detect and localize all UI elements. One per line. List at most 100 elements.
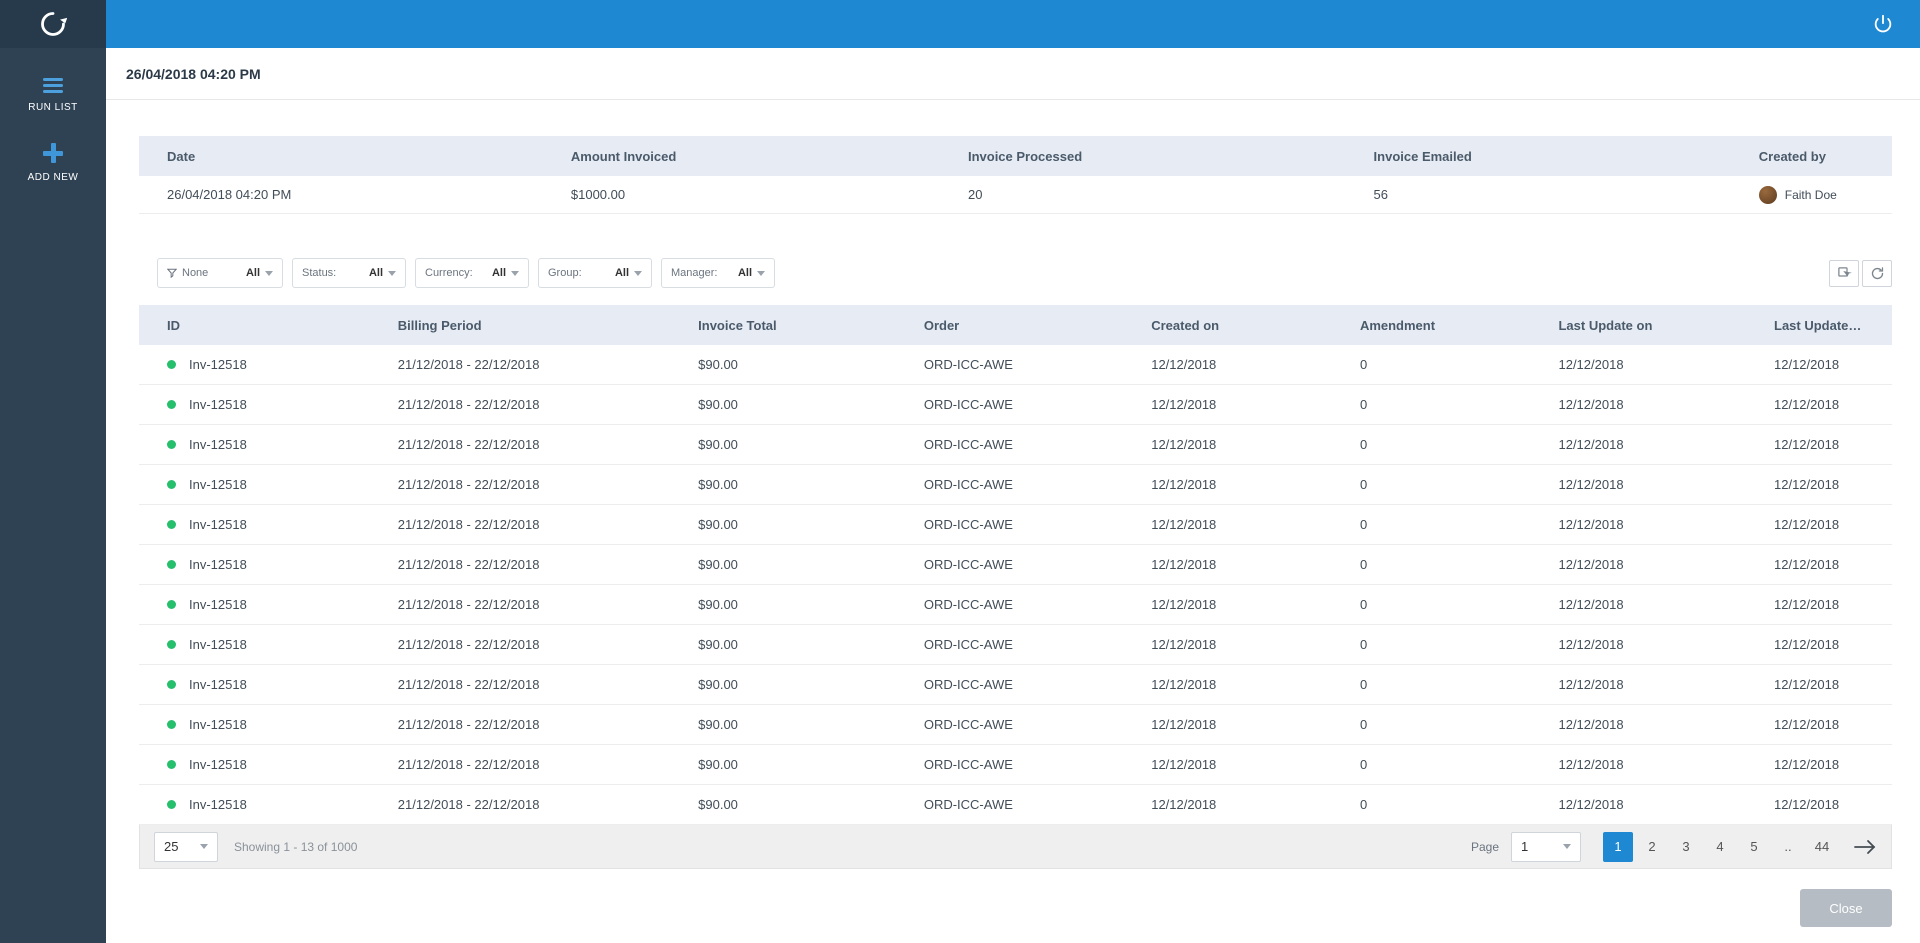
- refresh-button[interactable]: [1862, 259, 1892, 287]
- filter-manager-label: Manager:: [671, 267, 718, 279]
- filter-status-value: All: [368, 267, 383, 279]
- sidebar: RUN LIST ADD NEW: [0, 0, 106, 943]
- page-number-value: 1: [1521, 839, 1529, 854]
- close-button[interactable]: Close: [1800, 889, 1892, 927]
- page-button-2[interactable]: 2: [1637, 832, 1667, 862]
- status-dot-icon: [167, 600, 176, 609]
- order: ORD-ICC-AWE: [923, 717, 1013, 732]
- order: ORD-ICC-AWE: [923, 477, 1013, 492]
- filter-group-dropdown[interactable]: Group: All: [538, 258, 652, 288]
- amendment: 0: [1359, 557, 1368, 572]
- power-button[interactable]: [1872, 13, 1894, 35]
- last-update-on: 12/12/2018: [1558, 717, 1624, 732]
- filter-manager-dropdown[interactable]: Manager: All: [661, 258, 775, 288]
- page-size-select[interactable]: 25: [154, 831, 218, 862]
- status-dot-icon: [167, 640, 176, 649]
- invoice-total: $90.00: [698, 597, 738, 612]
- invoice-total: $90.00: [698, 677, 738, 692]
- billing-period: 21/12/2018 - 22/12/2018: [397, 797, 540, 812]
- summary-col-invoice-processed: Invoice Processed: [967, 148, 1083, 164]
- summary-col-date: Date: [167, 148, 196, 164]
- status-dot-icon: [167, 480, 176, 489]
- summary-data-row[interactable]: 26/04/2018 04:20 PM $1000.00 20 56 Faith…: [139, 176, 1892, 214]
- main-area: 26/04/2018 04:20 PM Date Amount Invoiced…: [106, 0, 1920, 943]
- status-dot-icon: [167, 680, 176, 689]
- last-update-on: 12/12/2018: [1558, 757, 1624, 772]
- power-icon: [1874, 14, 1892, 33]
- status-dot-icon: [167, 560, 176, 569]
- created-on: 12/12/2018: [1151, 677, 1217, 692]
- invoice-id-cell: Inv-12518: [167, 397, 398, 412]
- arrow-right-icon: [1854, 839, 1876, 854]
- invoice-id-cell: Inv-12518: [167, 757, 398, 772]
- billing-period: 21/12/2018 - 22/12/2018: [397, 357, 540, 372]
- table-row[interactable]: Inv-12518 21/12/2018 - 22/12/2018 $90.00…: [139, 505, 1892, 545]
- filter-currency-dropdown[interactable]: Currency: All: [415, 258, 529, 288]
- created-on: 12/12/2018: [1151, 597, 1217, 612]
- filter-status-dropdown[interactable]: Status: All: [292, 258, 406, 288]
- order: ORD-ICC-AWE: [923, 557, 1013, 572]
- billing-period: 21/12/2018 - 22/12/2018: [397, 557, 540, 572]
- invoice-id-cell: Inv-12518: [167, 717, 398, 732]
- table-row[interactable]: Inv-12518 21/12/2018 - 22/12/2018 $90.00…: [139, 465, 1892, 505]
- page-button-44[interactable]: 44: [1807, 832, 1837, 862]
- invoice-id: Inv-12518: [189, 757, 247, 772]
- last-update-by: 12/12/2018: [1774, 397, 1840, 412]
- table-row[interactable]: Inv-12518 21/12/2018 - 22/12/2018 $90.00…: [139, 665, 1892, 705]
- app-logo[interactable]: [0, 0, 106, 48]
- order: ORD-ICC-AWE: [923, 517, 1013, 532]
- next-page-button[interactable]: [1853, 838, 1877, 856]
- created-on: 12/12/2018: [1151, 357, 1217, 372]
- invoice-id: Inv-12518: [189, 717, 247, 732]
- sidebar-item-run-list[interactable]: RUN LIST: [0, 78, 106, 113]
- filter-group-value: All: [614, 267, 629, 279]
- page-button-5[interactable]: 5: [1739, 832, 1769, 862]
- sidebar-item-add-new[interactable]: ADD NEW: [0, 143, 106, 183]
- table-row[interactable]: Inv-12518 21/12/2018 - 22/12/2018 $90.00…: [139, 705, 1892, 745]
- created-on: 12/12/2018: [1151, 437, 1217, 452]
- content: Date Amount Invoiced Invoice Processed I…: [106, 100, 1920, 943]
- page-button-..[interactable]: ..: [1773, 832, 1803, 862]
- invoice-id-cell: Inv-12518: [167, 597, 398, 612]
- last-update-on: 12/12/2018: [1558, 557, 1624, 572]
- showing-text: Showing 1 - 13 of 1000: [234, 839, 358, 854]
- table-row[interactable]: Inv-12518 21/12/2018 - 22/12/2018 $90.00…: [139, 385, 1892, 425]
- order: ORD-ICC-AWE: [923, 797, 1013, 812]
- filter-none-dropdown[interactable]: None All: [157, 258, 283, 288]
- summary-header-row: Date Amount Invoiced Invoice Processed I…: [139, 136, 1892, 176]
- amendment: 0: [1359, 637, 1368, 652]
- table-row[interactable]: Inv-12518 21/12/2018 - 22/12/2018 $90.00…: [139, 745, 1892, 785]
- last-update-on: 12/12/2018: [1558, 677, 1624, 692]
- page-number-select[interactable]: 1: [1511, 831, 1581, 862]
- table-row[interactable]: Inv-12518 21/12/2018 - 22/12/2018 $90.00…: [139, 345, 1892, 385]
- filter-funnel-icon: [167, 268, 177, 278]
- order: ORD-ICC-AWE: [923, 637, 1013, 652]
- created-on: 12/12/2018: [1151, 717, 1217, 732]
- billing-period: 21/12/2018 - 22/12/2018: [397, 517, 540, 532]
- summary-col-created-by: Created by: [1758, 148, 1826, 164]
- invoice-id-cell: Inv-12518: [167, 637, 398, 652]
- filter-none-value: All: [245, 267, 260, 279]
- table-row[interactable]: Inv-12518 21/12/2018 - 22/12/2018 $90.00…: [139, 585, 1892, 625]
- col-billing-period: Billing Period: [397, 317, 482, 333]
- billing-period: 21/12/2018 - 22/12/2018: [397, 477, 540, 492]
- invoice-total: $90.00: [698, 717, 738, 732]
- table-row[interactable]: Inv-12518 21/12/2018 - 22/12/2018 $90.00…: [139, 545, 1892, 585]
- close-area: Close: [139, 869, 1892, 939]
- last-update-on: 12/12/2018: [1558, 637, 1624, 652]
- billing-period: 21/12/2018 - 22/12/2018: [397, 637, 540, 652]
- created-on: 12/12/2018: [1151, 477, 1217, 492]
- invoice-total: $90.00: [698, 357, 738, 372]
- page-button-1[interactable]: 1: [1603, 831, 1633, 862]
- page-title: 26/04/2018 04:20 PM: [126, 65, 261, 82]
- page-button-3[interactable]: 3: [1671, 832, 1701, 862]
- table-body: Inv-12518 21/12/2018 - 22/12/2018 $90.00…: [139, 345, 1892, 825]
- col-last-update-by: Last Update by: [1774, 317, 1864, 333]
- table-row[interactable]: Inv-12518 21/12/2018 - 22/12/2018 $90.00…: [139, 625, 1892, 665]
- invoice-total: $90.00: [698, 557, 738, 572]
- page-button-4[interactable]: 4: [1705, 832, 1735, 862]
- select-rows-button[interactable]: [1829, 259, 1859, 287]
- table-row[interactable]: Inv-12518 21/12/2018 - 22/12/2018 $90.00…: [139, 785, 1892, 825]
- table-row[interactable]: Inv-12518 21/12/2018 - 22/12/2018 $90.00…: [139, 425, 1892, 465]
- filter-currency-label: Currency:: [425, 267, 473, 279]
